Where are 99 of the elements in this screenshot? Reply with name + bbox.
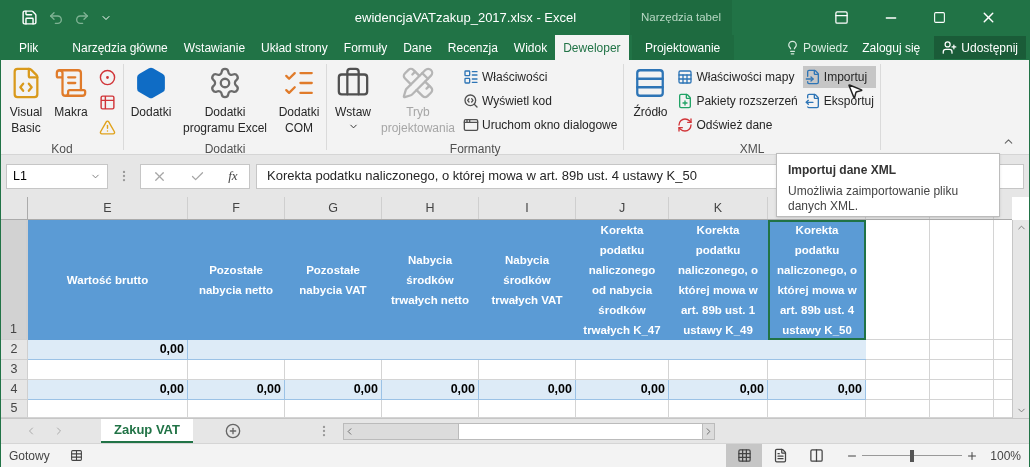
empty-cell[interactable] (866, 220, 930, 340)
ribbon-tab[interactable]: Narzędzia główne (64, 35, 176, 60)
ribbon-tab[interactable]: Widok (505, 35, 556, 60)
hexagon-icon (134, 66, 168, 100)
dialog-icon (463, 117, 479, 133)
empty-cell[interactable] (930, 360, 994, 380)
column-header[interactable]: E (103, 198, 112, 218)
table-cell[interactable]: 0,00 (479, 380, 576, 400)
zoom-level[interactable]: 100% (990, 446, 1021, 465)
contextual-group-label: Narzędzia tabel (630, 0, 732, 35)
user-plus-icon (942, 40, 958, 55)
ribbon-button[interactable]: Makra (50, 64, 92, 142)
ribbon-button[interactable]: Wyświetl kod (461, 90, 620, 112)
grid-icon (98, 94, 116, 111)
sheet-tab[interactable]: Zakup VAT (101, 419, 193, 443)
group-label: Formanty (448, 142, 502, 157)
table-cell[interactable]: 0,00 (285, 380, 382, 400)
table-cell[interactable]: 0,00 (188, 380, 285, 400)
ribbon-display-icon[interactable] (834, 10, 849, 25)
ruler-pencil-icon (401, 66, 435, 100)
column-header[interactable]: K (713, 198, 723, 218)
table-cell[interactable]: 0,00 (768, 380, 866, 400)
table-cell[interactable]: 0,00 (28, 380, 188, 400)
ribbon-button[interactable]: Visual Basic (5, 64, 47, 142)
window-title: ewidencjaVATzakup_2017.xlsx - Excel (354, 8, 577, 27)
sign-in-link[interactable]: Zaloguj się (858, 35, 925, 60)
refresh-icon (677, 117, 694, 133)
horizontal-scrollbar[interactable] (343, 422, 715, 440)
share-button[interactable]: Udostępnij (934, 36, 1026, 59)
tooltip-title: Importuj dane XML (788, 162, 897, 179)
ribbon-button[interactable]: Wstaw (331, 64, 375, 142)
insert-function-button[interactable]: fx (228, 166, 238, 186)
status-text: Gotowy (8, 447, 50, 465)
column-header[interactable]: G (328, 198, 338, 218)
vertical-scrollbar[interactable] (1012, 220, 1029, 418)
ribbon-tab[interactable]: Plik (9, 35, 49, 60)
normal-view-icon (736, 448, 752, 463)
ribbon-tab[interactable]: Formuły (335, 35, 396, 60)
export-icon (804, 93, 821, 109)
import-icon (804, 69, 821, 85)
maximize-icon[interactable] (933, 11, 946, 24)
ribbon-button[interactable]: Właściwości (461, 66, 620, 88)
warning-icon (98, 119, 116, 136)
tell-me-button[interactable]: Powiedz (784, 35, 849, 60)
slider-thumb[interactable] (910, 449, 915, 462)
group-label: Dodatki (203, 142, 247, 157)
ribbon-button[interactable]: Dodatki (128, 64, 174, 142)
ribbon-button[interactable]: Uruchom okno dialogowe (461, 114, 620, 136)
map-properties-icon (677, 69, 694, 85)
group-label: Kod (50, 142, 74, 157)
column-header[interactable]: F (232, 198, 240, 218)
column-header[interactable]: I (525, 198, 529, 218)
ribbon-button[interactable]: Źródło (628, 64, 673, 142)
properties-icon (463, 69, 479, 85)
row-header[interactable]: 4 (1, 380, 28, 400)
ribbon-button[interactable]: Dodatki COM (276, 64, 322, 142)
row-header[interactable]: 5 (1, 400, 28, 418)
zoom-in-icon[interactable] (966, 449, 979, 462)
ribbon-button[interactable]: Importuj (802, 66, 876, 88)
page-break-icon (808, 448, 824, 463)
row-header[interactable]: 2 (1, 340, 28, 360)
view-button[interactable] (726, 443, 763, 467)
table-cell[interactable]: 0,00 (28, 340, 188, 360)
macro-record-icon[interactable] (69, 449, 83, 462)
name-box[interactable]: L1 (6, 163, 108, 189)
ribbon-tab[interactable]: Recenzja (439, 35, 506, 60)
table-cell[interactable]: 0,00 (669, 380, 768, 400)
row-header[interactable]: 3 (1, 360, 28, 380)
ribbon-tab[interactable]: Projektowanie (631, 35, 734, 60)
empty-cell[interactable] (930, 220, 994, 340)
redo-icon[interactable] (74, 9, 90, 26)
ribbon-tab[interactable]: Wstawianie (175, 35, 254, 60)
ribbon-button[interactable]: Eksportuj (802, 90, 876, 112)
ribbon-button[interactable]: Dodatki programu Excel (177, 64, 273, 142)
ribbon-button[interactable]: Pakiety rozszerzeń (675, 90, 800, 112)
undo-icon[interactable] (48, 9, 64, 26)
column-header[interactable]: H (425, 198, 435, 218)
ribbon-tab[interactable]: Dane (395, 35, 440, 60)
column-header[interactable]: J (618, 198, 626, 218)
group-label: XML (738, 142, 766, 157)
ribbon-tab[interactable]: Układ strony (253, 35, 336, 60)
ribbon-tab[interactable]: Deweloper (555, 35, 629, 60)
table-cell[interactable]: 0,00 (576, 380, 669, 400)
ribbon-button[interactable]: Właściwości mapy (675, 66, 800, 88)
page-layout-icon (772, 448, 788, 463)
ribbon-button[interactable]: Odśwież dane (675, 114, 800, 136)
record-icon (98, 69, 116, 86)
view-code-icon (463, 93, 479, 109)
scroll-icon (54, 66, 88, 100)
empty-cell[interactable] (930, 380, 994, 400)
empty-cell[interactable] (930, 340, 994, 360)
save-icon[interactable] (21, 9, 38, 26)
zoom-slider[interactable] (862, 448, 963, 463)
expansion-pack-icon (677, 93, 694, 109)
table-cell[interactable]: 0,00 (382, 380, 479, 400)
gears-icon (208, 66, 242, 100)
add-sheet-icon[interactable] (225, 423, 241, 439)
empty-cell[interactable] (866, 360, 930, 380)
row-header[interactable]: 1 (1, 220, 28, 340)
